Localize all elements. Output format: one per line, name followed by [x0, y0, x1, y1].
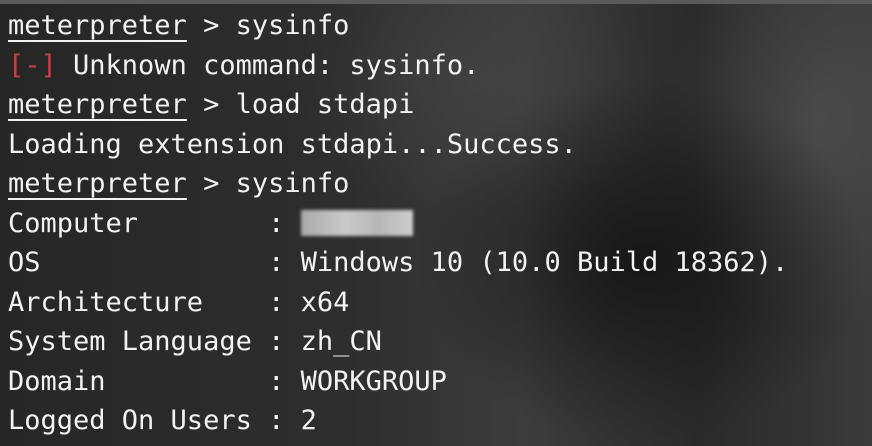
command-line: meterpreter > sysinfo	[8, 164, 788, 204]
sysinfo-value: WORKGROUP	[300, 365, 447, 397]
sysinfo-architecture: Architecture : x64	[8, 283, 788, 323]
redacted-computer-name	[300, 209, 413, 236]
command-text: sysinfo	[235, 168, 350, 199]
sysinfo-label: Domain	[8, 365, 269, 397]
prompt-separator: >	[186, 168, 236, 199]
sysinfo-value: zh_CN	[300, 326, 382, 357]
prompt: meterpreter	[8, 10, 187, 41]
output-line: Loading extension stdapi...Success.	[8, 125, 788, 165]
error-text: Unknown command: sysinfo.	[56, 49, 480, 81]
output-text: Loading extension stdapi...Success.	[8, 128, 577, 160]
sysinfo-users: Logged On Users : 2	[8, 401, 788, 441]
error-line: [-] Unknown command: sysinfo.	[8, 46, 788, 86]
sysinfo-separator: :	[268, 247, 301, 278]
sysinfo-value: 2	[300, 405, 317, 436]
sysinfo-label: Computer	[8, 207, 269, 239]
sysinfo-value: x64	[300, 286, 350, 318]
command-text: sysinfo	[235, 10, 350, 41]
sysinfo-label: Architecture	[8, 286, 269, 318]
terminal-window[interactable]: meterpreter > sysinfo [-] Unknown comman…	[0, 0, 872, 446]
sysinfo-label: System Language	[8, 326, 269, 357]
prompt: meterpreter	[8, 168, 187, 199]
sysinfo-separator: :	[268, 286, 301, 318]
sysinfo-os: OS : Windows 10 (10.0 Build 18362).	[8, 243, 788, 283]
sysinfo-value: Windows 10 (10.0 Build 18362).	[300, 247, 789, 278]
sysinfo-separator: :	[268, 405, 301, 436]
sysinfo-computer: Computer :	[8, 204, 788, 244]
prompt-separator: >	[186, 10, 236, 41]
sysinfo-label: OS	[8, 247, 269, 278]
prompt: meterpreter	[8, 89, 187, 120]
sysinfo-domain: Domain : WORKGROUP	[8, 362, 788, 402]
sysinfo-label: Logged On Users	[8, 405, 269, 436]
command-line: meterpreter > load stdapi	[8, 85, 788, 125]
window-top-edge	[0, 0, 872, 4]
error-marker: [-]	[8, 49, 57, 81]
command-line: meterpreter > sysinfo	[8, 6, 788, 46]
sysinfo-separator: :	[268, 326, 301, 357]
sysinfo-separator: :	[268, 207, 301, 239]
sysinfo-separator: :	[268, 365, 301, 397]
prompt-separator: >	[186, 89, 236, 120]
sysinfo-language: System Language : zh_CN	[8, 322, 788, 362]
terminal-output: meterpreter > sysinfo [-] Unknown comman…	[8, 6, 788, 441]
command-text: load stdapi	[235, 89, 415, 120]
